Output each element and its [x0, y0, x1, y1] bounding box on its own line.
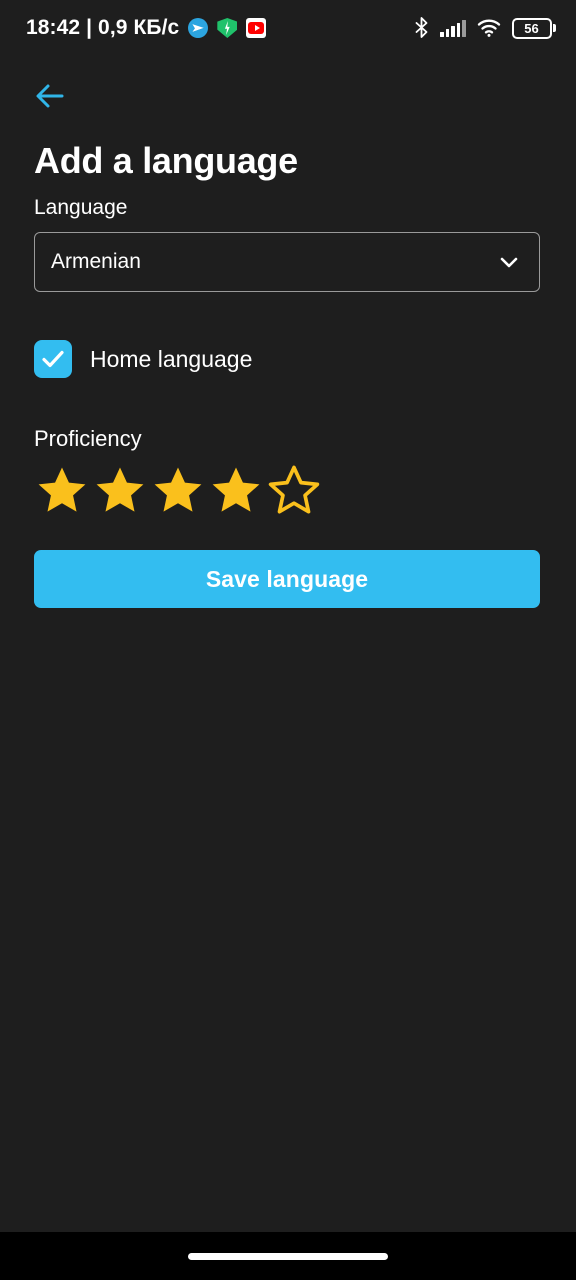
star-outline-icon[interactable] — [268, 464, 320, 516]
phone-screen: 18:42 | 0,9 КБ/с 56 Add a language Langu… — [0, 0, 576, 1280]
battery-level-text: 56 — [524, 20, 539, 36]
save-button-wrapper: Save language — [0, 516, 576, 608]
chevron-down-icon — [500, 257, 518, 268]
gesture-home-pill[interactable] — [188, 1252, 388, 1260]
arrow-left-icon — [36, 84, 64, 108]
proficiency-star-rating[interactable] — [0, 452, 576, 516]
star-filled-icon[interactable] — [94, 464, 146, 516]
status-clock-and-network: 18:42 | 0,9 КБ/с — [26, 16, 180, 39]
star-filled-icon[interactable] — [210, 464, 262, 516]
telegram-icon — [188, 18, 209, 38]
cellular-signal-icon — [440, 19, 466, 37]
youtube-icon — [246, 18, 267, 38]
battery-nub — [553, 24, 556, 32]
status-bar-right: 56 — [414, 17, 556, 39]
page-title: Add a language — [34, 140, 298, 181]
star-filled-icon[interactable] — [152, 464, 204, 516]
star-filled-icon[interactable] — [36, 464, 88, 516]
check-icon — [42, 350, 64, 368]
shield-vpn-icon — [217, 18, 238, 38]
home-language-label: Home language — [90, 345, 253, 372]
bluetooth-icon — [415, 17, 428, 38]
wifi-icon — [477, 19, 500, 37]
language-field-label: Language — [34, 196, 128, 219]
language-select-value: Armenian — [51, 250, 141, 273]
status-bar: 18:42 | 0,9 КБ/с 56 — [0, 0, 576, 56]
back-button[interactable] — [32, 78, 68, 114]
main-content: Add a language Language Armenian Home la… — [0, 56, 576, 1232]
status-bar-left: 18:42 | 0,9 КБ/с — [26, 16, 267, 40]
home-language-checkbox-row[interactable]: Home language — [0, 292, 576, 378]
save-language-button[interactable]: Save language — [34, 550, 540, 608]
save-language-button-label: Save language — [205, 565, 369, 592]
language-select-wrapper: Armenian — [0, 220, 576, 292]
proficiency-label: Proficiency — [34, 426, 142, 451]
home-language-checkbox[interactable] — [34, 340, 72, 378]
back-bar — [0, 56, 576, 114]
language-select[interactable]: Armenian — [34, 232, 540, 292]
system-navigation-bar — [0, 1232, 576, 1280]
battery-indicator: 56 — [511, 17, 556, 39]
